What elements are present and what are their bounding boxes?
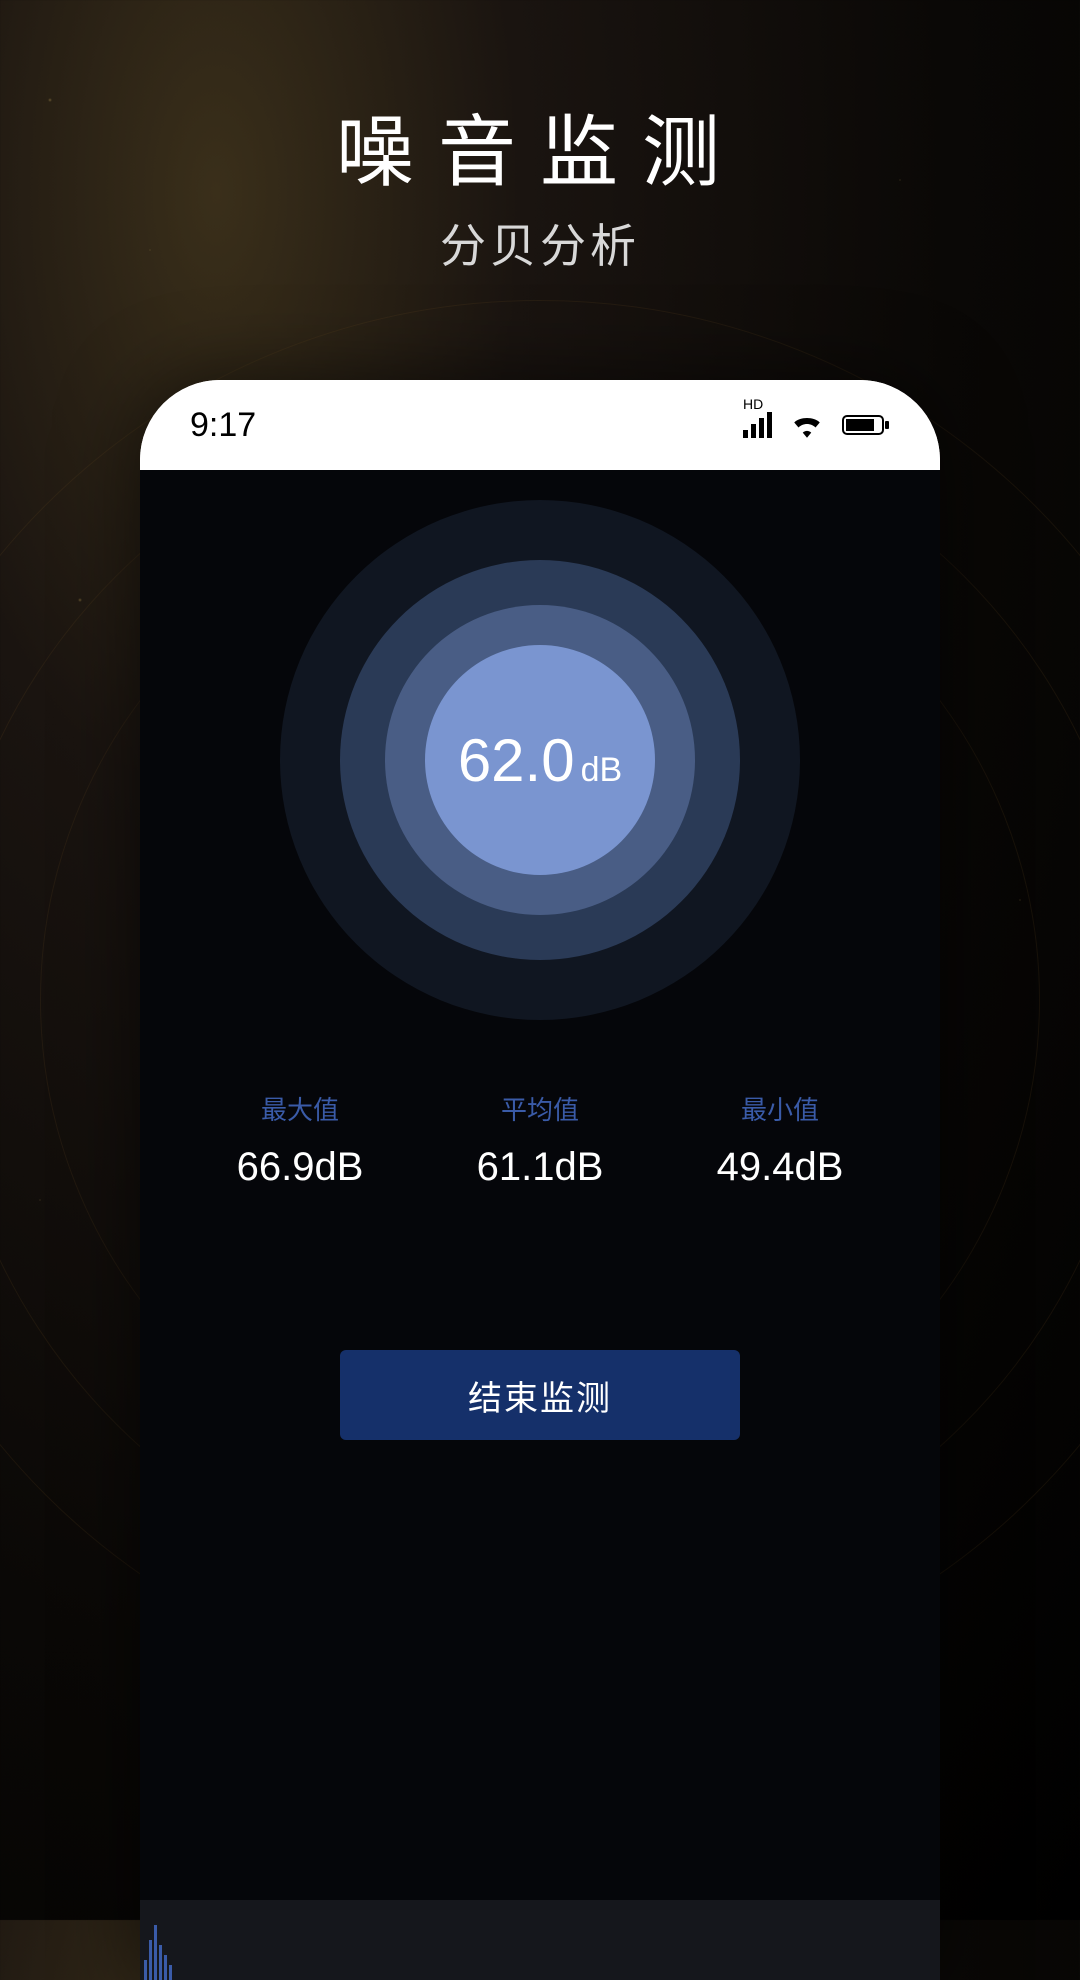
stat-avg-value: 61.1dB xyxy=(477,1145,604,1190)
gauge-value: 62.0 xyxy=(458,727,575,794)
phone-mockup: 9:17 HD 62.0dB xyxy=(140,380,940,1980)
gauge-unit: dB xyxy=(581,751,623,789)
stats-row: 最大值 66.9dB 平均值 61.1dB 最小值 49.4dB xyxy=(140,1090,940,1190)
stat-avg: 平均值 61.1dB xyxy=(477,1090,604,1190)
waveform-strip xyxy=(140,1900,940,1980)
page-title: 噪音监测 xyxy=(0,90,1080,202)
app-screen: 62.0dB 最大值 66.9dB 平均值 61.1dB 最小值 49.4dB … xyxy=(140,470,940,1980)
stat-max-label: 最大值 xyxy=(237,1090,364,1127)
status-time: 9:17 xyxy=(190,406,256,445)
page-subtitle: 分贝分析 xyxy=(0,210,1080,276)
stat-max: 最大值 66.9dB xyxy=(237,1090,364,1190)
stat-avg-label: 平均值 xyxy=(477,1090,604,1127)
stop-monitoring-button[interactable]: 结束监测 xyxy=(340,1350,740,1440)
decibel-gauge: 62.0dB xyxy=(280,500,800,1020)
waveform-icon xyxy=(144,1920,174,1980)
gauge-reading: 62.0dB xyxy=(458,726,622,795)
stat-min-label: 最小值 xyxy=(717,1090,844,1127)
signal-icon: HD xyxy=(743,412,772,438)
status-bar: 9:17 HD xyxy=(140,380,940,470)
wifi-icon xyxy=(790,412,824,438)
stat-min-value: 49.4dB xyxy=(717,1145,844,1190)
battery-icon xyxy=(842,413,890,437)
stat-min: 最小值 49.4dB xyxy=(717,1090,844,1190)
stat-max-value: 66.9dB xyxy=(237,1145,364,1190)
